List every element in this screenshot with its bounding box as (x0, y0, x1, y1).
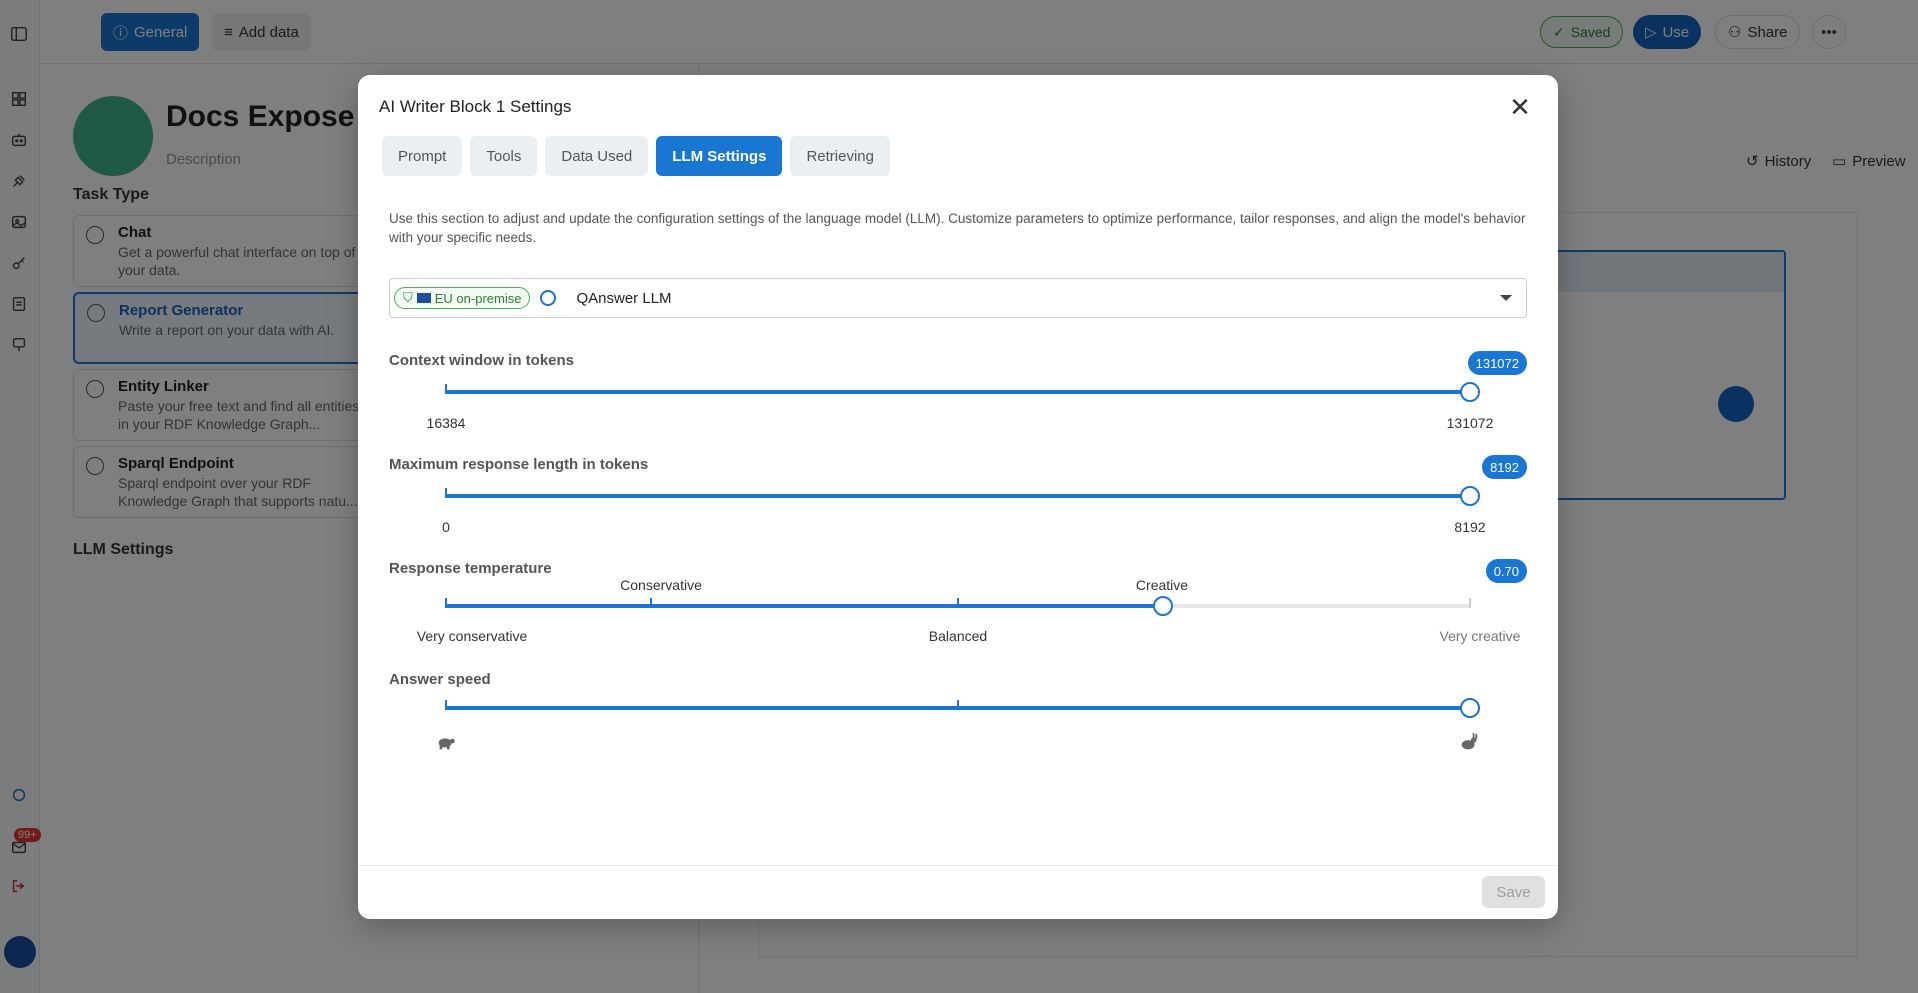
max-response-max: 8192 (1454, 519, 1486, 535)
eu-badge-label: EU on-premise (434, 290, 522, 306)
model-name: QAnswer LLM (576, 289, 672, 307)
slider-tick (650, 598, 652, 608)
answer-speed-label: Answer speed (389, 671, 491, 688)
save-button[interactable]: Save (1482, 876, 1545, 908)
eu-on-premise-badge: ⛉ EU on-premise (394, 287, 531, 309)
context-window-value: 131072 (1467, 351, 1527, 375)
max-response-slider[interactable] (445, 486, 1480, 506)
temperature-mark-creative: Creative (1135, 577, 1189, 593)
tab-tools[interactable]: Tools (470, 136, 538, 176)
temperature-slider[interactable] (445, 596, 1471, 616)
slider-thumb[interactable] (1460, 486, 1480, 506)
turtle-icon (438, 738, 455, 750)
slider-thumb[interactable] (1152, 596, 1173, 616)
context-window-slider[interactable] (445, 382, 1480, 402)
slider-tick (445, 700, 447, 710)
slider-tick (445, 488, 447, 498)
slider-thumb[interactable] (1460, 382, 1480, 402)
eu-flag-icon (416, 293, 431, 303)
temperature-mark-very-creative: Very creative (1439, 628, 1521, 644)
max-response-min: 0 (442, 519, 450, 535)
tab-retrieving[interactable]: Retrieving (790, 136, 890, 176)
settings-modal: AI Writer Block 1 Settings ✕ Prompt Tool… (358, 75, 1558, 919)
max-response-label: Maximum response length in tokens (389, 456, 649, 473)
slider-tick (957, 700, 959, 710)
answer-speed-slider[interactable] (445, 698, 1480, 718)
temperature-mark-balanced: Balanced (928, 628, 988, 644)
max-response-value: 8192 (1482, 455, 1527, 479)
rabbit-icon (1461, 732, 1478, 750)
model-logo-icon (540, 290, 557, 306)
context-window-label: Context window in tokens (389, 352, 575, 369)
modal-tabs: Prompt Tools Data Used LLM Settings Retr… (382, 136, 890, 176)
temperature-label: Response temperature (389, 560, 552, 577)
tab-prompt[interactable]: Prompt (382, 136, 463, 176)
temperature-mark-conservative: Conservative (620, 577, 702, 593)
tab-llm-settings[interactable]: LLM Settings (656, 136, 783, 176)
slider-tick (957, 598, 959, 608)
temperature-value: 0.70 (1485, 559, 1527, 583)
slider-tick (445, 598, 447, 608)
context-window-max: 131072 (1446, 415, 1494, 431)
modal-footer-divider (358, 865, 1558, 866)
tab-data-used[interactable]: Data Used (545, 136, 649, 176)
context-window-min: 16384 (426, 415, 466, 431)
slider-tick (1469, 598, 1471, 608)
shield-check-icon: ⛉ (403, 290, 413, 305)
temperature-mark-very-conservative: Very conservative (416, 628, 528, 644)
slider-tick (445, 384, 447, 394)
slider-fill (446, 604, 1163, 608)
slider-fill (446, 390, 1470, 394)
llm-settings-intro: Use this section to adjust and update th… (389, 211, 1526, 245)
slider-thumb[interactable] (1460, 698, 1480, 718)
close-icon[interactable]: ✕ (1506, 93, 1534, 121)
modal-title: AI Writer Block 1 Settings (379, 97, 572, 116)
llm-model-select[interactable]: ⛉ EU on-premise QAnswer LLM (389, 278, 1527, 318)
chevron-down-icon (1500, 295, 1512, 301)
slider-fill (446, 494, 1470, 498)
